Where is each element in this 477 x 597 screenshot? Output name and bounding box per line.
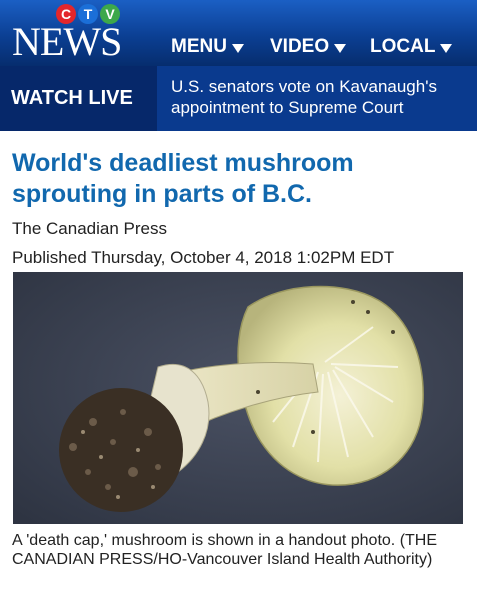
news-wordmark: NEWS: [12, 19, 122, 64]
nav-menu-label: MENU: [171, 36, 227, 57]
breaking-headline-link[interactable]: U.S. senators vote on Kavanaugh's appoin…: [171, 76, 471, 118]
chevron-down-icon: [231, 43, 244, 53]
nav-video[interactable]: VIDEO: [270, 36, 347, 58]
nav-local[interactable]: LOCAL: [370, 36, 453, 58]
nav-local-label: LOCAL: [370, 36, 436, 57]
published-timestamp: Published Thursday, October 4, 2018 1:02…: [12, 248, 395, 267]
live-bar: WATCH LIVE U.S. senators vote on Kavanau…: [0, 66, 477, 131]
mushroom-photo[interactable]: [13, 272, 463, 524]
death-cap-mushroom-illustration: [13, 272, 463, 524]
article-title: World's deadliest mushroom sprouting in …: [12, 149, 354, 208]
article-byline: The Canadian Press: [12, 219, 167, 238]
photo-caption: A 'death cap,' mushroom is shown in a ha…: [12, 532, 438, 568]
chevron-down-icon: [334, 43, 347, 53]
site-header: C T V NEWS MENU VIDEO LOCAL: [0, 0, 477, 66]
nav-video-label: VIDEO: [270, 36, 330, 57]
watch-live-button[interactable]: WATCH LIVE: [0, 66, 157, 131]
ctv-news-logo[interactable]: C T V NEWS: [12, 4, 124, 64]
nav-menu[interactable]: MENU: [171, 36, 244, 58]
chevron-down-icon: [440, 43, 453, 53]
